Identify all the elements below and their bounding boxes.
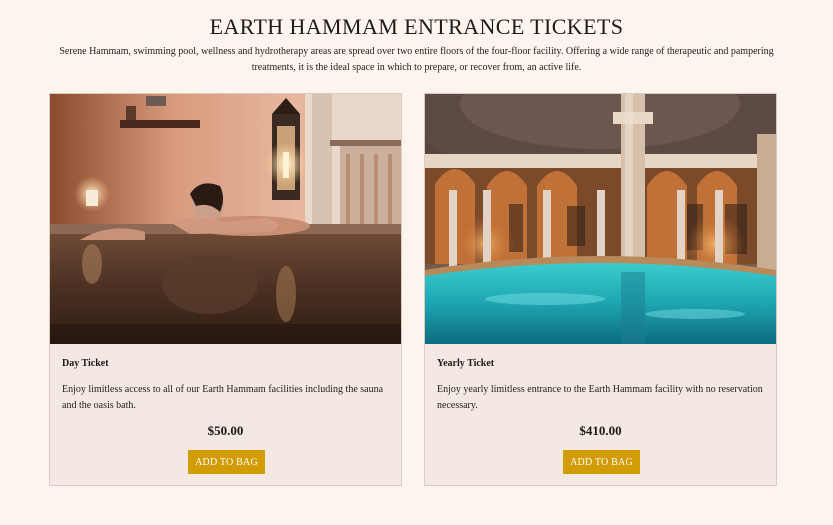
add-to-bag-button[interactable]: ADD TO BAG — [563, 450, 640, 474]
product-card-day-ticket: Day Ticket Enjoy limitless access to all… — [49, 93, 402, 486]
page-intro: Serene Hammam, swimming pool, wellness a… — [59, 46, 774, 73]
add-to-bag-button[interactable]: ADD TO BAG — [188, 450, 265, 474]
day-ticket-image — [50, 94, 401, 344]
product-description: Enjoy yearly limitless entrance to the E… — [437, 384, 763, 411]
product-price: $50.00 — [207, 423, 244, 438]
page: EARTH HAMMAM ENTRANCE TICKETS Serene Ham… — [0, 0, 833, 525]
product-card-yearly-ticket: Yearly Ticket Enjoy yearly limitless ent… — [424, 93, 777, 486]
product-name: Yearly Ticket — [437, 358, 495, 369]
page-title: EARTH HAMMAM ENTRANCE TICKETS — [209, 14, 624, 39]
yearly-ticket-image — [425, 94, 776, 344]
product-price: $410.00 — [579, 423, 622, 438]
product-description: Enjoy limitless access to all of our Ear… — [62, 384, 384, 411]
product-name: Day Ticket — [62, 358, 109, 369]
